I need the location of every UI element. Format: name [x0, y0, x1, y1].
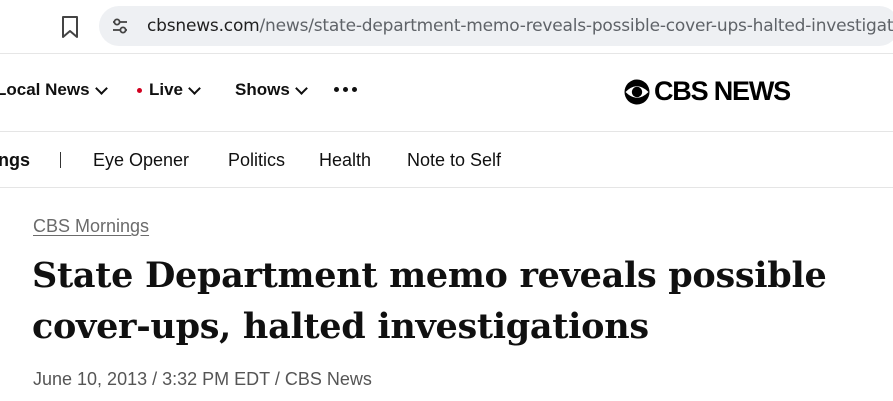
chevron-down-icon — [94, 81, 108, 95]
subnav-current[interactable]: ngs — [0, 150, 30, 171]
subnav-separator — [60, 152, 61, 168]
cbs-eye-icon — [624, 79, 650, 104]
article-byline: June 10, 2013 / 3:32 PM EDT / CBS News — [33, 369, 372, 389]
bookmark-icon[interactable] — [60, 15, 80, 39]
live-dot-icon — [137, 87, 142, 93]
article-eyebrow-link[interactable]: CBS Mornings — [33, 216, 149, 237]
nav-live[interactable]: Live — [137, 80, 201, 100]
address-bar[interactable]: cbsnews.com/news/state-department-memo-r… — [99, 6, 893, 46]
browser-toolbar: cbsnews.com/news/state-department-memo-r… — [0, 0, 893, 54]
more-icon[interactable] — [334, 87, 357, 92]
subnav-item-note-to-self[interactable]: Note to Self — [407, 150, 501, 171]
nav-live-label: Live — [149, 80, 184, 99]
url-domain: cbsnews.com — [147, 16, 260, 36]
nav-local-news-label: Local News — [0, 80, 90, 99]
site-nav: Local News Live Shows CBS NEWS — [0, 54, 893, 132]
chevron-down-icon — [188, 81, 201, 95]
article-headline: State Department memo reveals possible c… — [32, 255, 827, 347]
site-settings-icon[interactable] — [111, 17, 129, 35]
nav-shows[interactable]: Shows — [235, 80, 308, 100]
url-path: /news/state-department-memo-reveals-poss… — [259, 16, 893, 36]
subnav-item-eye-opener[interactable]: Eye Opener — [93, 150, 189, 171]
url-text[interactable]: cbsnews.com/news/state-department-memo-r… — [147, 16, 893, 36]
nav-local-news[interactable]: Local News — [0, 80, 108, 100]
nav-shows-label: Shows — [235, 80, 290, 99]
chevron-down-icon — [294, 81, 308, 95]
logo-text: CBS NEWS — [654, 76, 791, 106]
sub-nav: ngs Eye Opener Politics Health Note to S… — [0, 132, 893, 188]
subnav-item-politics[interactable]: Politics — [228, 150, 285, 171]
cbs-news-logo[interactable]: CBS NEWS — [624, 76, 791, 107]
subnav-item-health[interactable]: Health — [319, 150, 371, 171]
